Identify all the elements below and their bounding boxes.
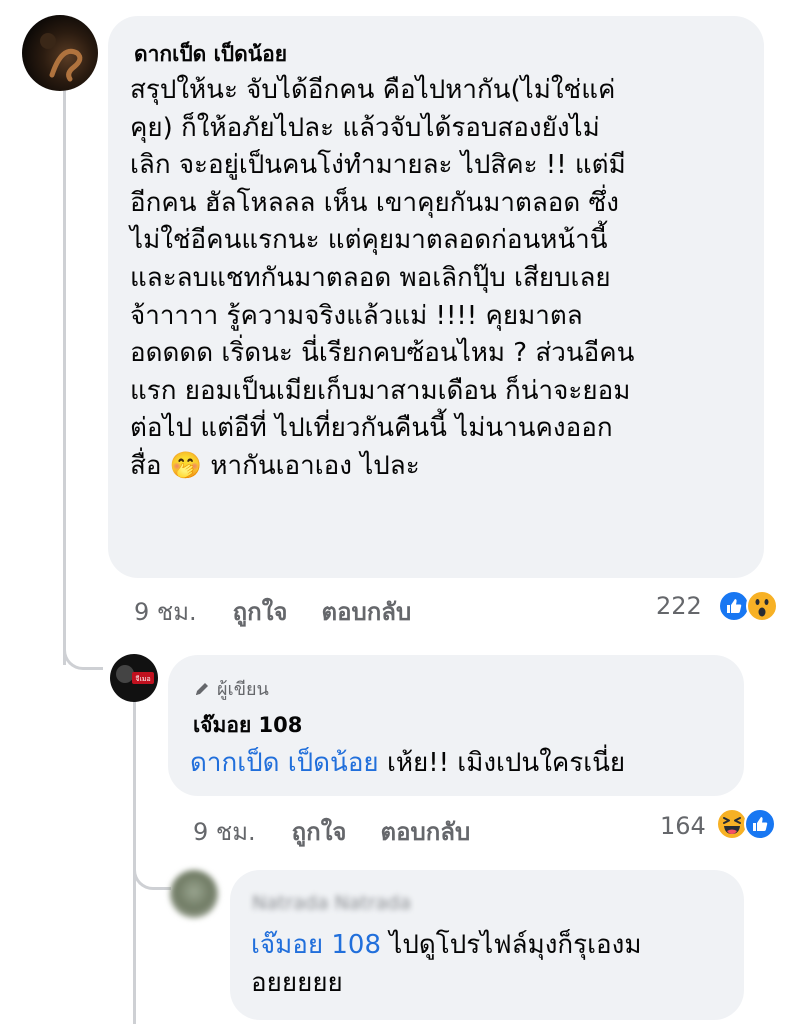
- comment3-text: เจ๊มอย 108 ไปดูโปรไฟล์มุงก็รุเองม อยยยยย: [251, 927, 741, 1002]
- comment2-message: เห้ย!! เมิงเปนใครเนี่ย: [386, 748, 626, 778]
- profile-photo-icon: จีเมอ: [116, 665, 154, 684]
- comment1-text: สรุปให้นะ จับได้อีกคน คือไปหากัน(ไม่ใช่แ…: [130, 72, 750, 486]
- comment1-line: และลบแชทกันมาตลอด พอเลิกปุ๊บ เสียบเลย: [130, 262, 611, 293]
- comment1-line-last: สื่อ 🤭 หากันเอาเอง ไปละ: [130, 448, 750, 486]
- comment1-line: เลิก จะอยู่เป็นคนโง่ทำมายละ ไปสิคะ !! แต…: [130, 150, 626, 181]
- profile-photo-icon: [40, 33, 83, 82]
- profile-photo-icon: [170, 870, 218, 918]
- comment1-line: จ้าาาาา รู้ความจริงแล้วแม่ !!!! คุยมาตล: [130, 300, 583, 331]
- hand-over-mouth-emoji-icon: 🤭: [169, 450, 203, 481]
- comment2-time[interactable]: 9 ชม.: [193, 812, 256, 851]
- comment1-last-after: หากันเอาเอง ไปละ: [210, 450, 420, 481]
- thread-line-main-curve: [63, 640, 103, 670]
- author-badge: ผู้เขียน: [193, 674, 269, 703]
- comment1-reply-button[interactable]: ตอบกลับ: [321, 592, 411, 631]
- comment3-author-blurred[interactable]: Natrada Natrada: [252, 892, 411, 914]
- comment1-author[interactable]: ดากเป็ด เป็ดน้อย: [134, 38, 287, 71]
- comment2-text: ดากเป็ด เป็ดน้อย เห้ย!! เมิงเปนใครเนี่ย: [190, 745, 625, 783]
- thread-line-reply-curve: [133, 860, 171, 890]
- comment2-like-button[interactable]: ถูกใจ: [292, 812, 347, 851]
- wow-icon: [746, 590, 778, 622]
- comment2-meta: 9 ชม. ถูกใจ ตอบกลับ: [193, 812, 470, 851]
- comment1-line: คุย) ก็ให้อภัยไปละ แล้วจับได้รอบสองยังไม…: [130, 112, 600, 143]
- comment2-author[interactable]: เจ๊มอย 108: [193, 709, 302, 742]
- comment1-like-button[interactable]: ถูกใจ: [233, 592, 288, 631]
- comment1-line: แรก ยอมเป็นเมียเก็บมาสามเดือน ก็น่าจะยอม: [130, 375, 631, 406]
- comment3-line: เจ๊มอย 108 ไปดูโปรไฟล์มุงก็รุเองม: [251, 927, 741, 965]
- thread-line-main: [63, 85, 66, 665]
- comment1-line: ไม่ใช่อีคนแรกนะ แต่คุยมาตลอดก่อนหน้านี้: [130, 225, 608, 256]
- comment1-meta: 9 ชม. ถูกใจ ตอบกลับ: [134, 592, 411, 631]
- comment1-time[interactable]: 9 ชม.: [134, 592, 197, 631]
- avatar-text: จีเมอ: [135, 675, 150, 683]
- author-badge-label: ผู้เขียน: [217, 679, 269, 700]
- comment1-reaction-count[interactable]: 222: [656, 592, 702, 620]
- comment2-reaction-count[interactable]: 164: [660, 812, 706, 840]
- pen-icon: [196, 682, 208, 695]
- comment1-last-before: สื่อ: [130, 450, 162, 481]
- like-icon: [744, 808, 776, 840]
- comment1-line: ต่อไป แต่อีที่ ไปเที่ยวกันคืนนี้ ไม่นานค…: [130, 413, 613, 444]
- comment1-line: อดดดด เริ่ดนะ นี่เรียกคบซ้อนไหม ? ส่วนอี…: [130, 338, 635, 369]
- comment3-message-line1: ไปดูโปรไฟล์มุงก็รุเองม: [389, 930, 642, 960]
- comment2-mention[interactable]: ดากเป็ด เป็ดน้อย: [190, 748, 379, 778]
- comment1-line: สรุปให้นะ จับได้อีกคน คือไปหากัน(ไม่ใช่แ…: [130, 75, 616, 105]
- avatar-comment1[interactable]: [22, 15, 98, 91]
- avatar-comment3[interactable]: [170, 870, 218, 918]
- comment2-reply-button[interactable]: ตอบกลับ: [380, 812, 470, 851]
- comment2-reactions[interactable]: [716, 808, 778, 840]
- comment3-mention[interactable]: เจ๊มอย 108: [251, 930, 381, 960]
- comment1-line: อีกคน ฮัลโหลลล เห็น เขาคุยกันมาตลอด ซึ่ง: [130, 187, 619, 218]
- comment3-message-line2: อยยยยย: [251, 967, 343, 998]
- comment1-reactions[interactable]: [718, 590, 780, 622]
- avatar-comment2[interactable]: จีเมอ: [110, 654, 158, 702]
